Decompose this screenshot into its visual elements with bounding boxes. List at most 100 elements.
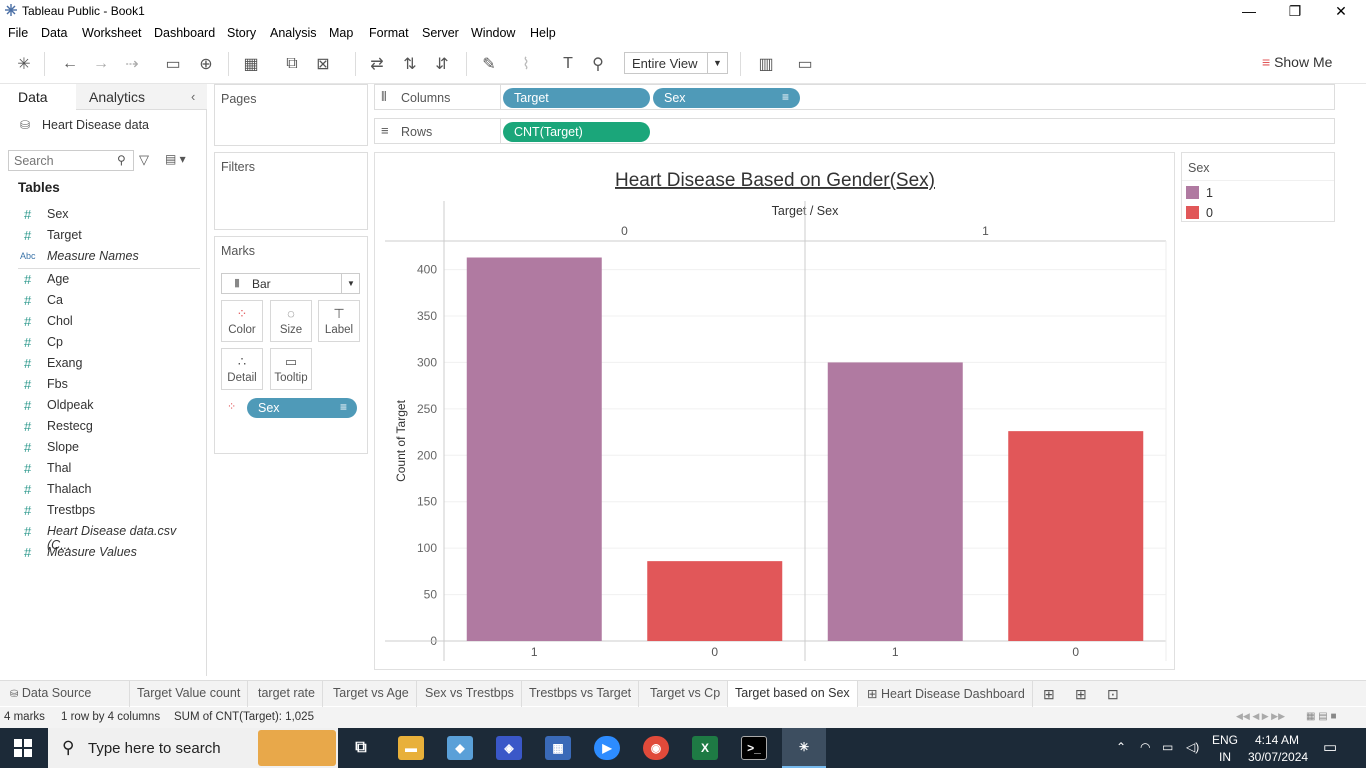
field-item[interactable]: # Slope (0, 437, 200, 458)
maximize-button[interactable]: ❐ (1272, 0, 1318, 22)
menu-format[interactable]: Format (369, 26, 409, 40)
fit-select[interactable]: Entire View ▼ (624, 52, 728, 74)
tab-sheet[interactable]: Sex vs Trestbps (418, 681, 522, 707)
menu-window[interactable]: Window (471, 26, 515, 40)
copilot-icon[interactable]: ◈ (496, 736, 522, 760)
clear-sheet-icon[interactable]: ⊠ (310, 52, 336, 76)
tab-sheet[interactable]: Target vs Age (326, 681, 417, 707)
notifications-icon[interactable]: ▭ (1323, 738, 1337, 756)
terminal-icon[interactable]: >_ (741, 736, 767, 760)
menu-worksheet[interactable]: Worksheet (82, 26, 142, 40)
show-cards-icon[interactable]: ▥ (753, 52, 779, 76)
close-button[interactable]: ✕ (1318, 0, 1364, 22)
swap-rows-columns-icon[interactable]: ⇄ (364, 52, 390, 76)
tab-sheet[interactable]: Target Value count (130, 681, 249, 707)
tab-sheet[interactable]: Target vs Cp (643, 681, 729, 707)
group-members-icon[interactable]: ⌇ (513, 52, 539, 76)
taskbar-search[interactable]: ⚲ Type here to search (48, 728, 338, 768)
highlight-icon[interactable]: ✎ (476, 52, 502, 76)
task-view-icon[interactable]: ⧉ (348, 736, 374, 760)
zoom-icon[interactable]: ▶ (594, 736, 620, 760)
field-item[interactable]: # Age (0, 269, 200, 290)
menu-story[interactable]: Story (227, 26, 256, 40)
new-worksheet-icon[interactable]: ▦ (238, 52, 264, 76)
collapse-pane-icon[interactable]: ‹ (191, 84, 195, 110)
show-mark-labels-icon[interactable]: T (555, 52, 581, 76)
color-button[interactable]: ⁘ Color (221, 300, 263, 342)
field-item[interactable]: # Thal (0, 458, 200, 479)
label-button[interactable]: ⊤ Label (318, 300, 360, 342)
app-icon[interactable]: ◆ (447, 736, 473, 760)
tray-chevron-icon[interactable]: ⌃ (1116, 740, 1126, 754)
new-worksheet-icon[interactable]: ⊞ (1036, 681, 1068, 707)
save-icon[interactable]: ▭ (160, 52, 186, 76)
sheet-view-icon[interactable]: ▦ ▤ ■ (1306, 711, 1337, 722)
filters-card[interactable]: Filters (214, 152, 368, 230)
tooltip-button[interactable]: ▭ Tooltip (270, 348, 312, 390)
menu-server[interactable]: Server (422, 26, 459, 40)
tab-data-source[interactable]: ⛁ Data Source (0, 681, 130, 707)
replay-icon[interactable]: ⇢ (119, 52, 145, 76)
datasource-name[interactable]: Heart Disease data (42, 118, 149, 132)
rows-cnt-target-pill[interactable]: CNT(Target) (503, 122, 650, 142)
menu-dashboard[interactable]: Dashboard (154, 26, 215, 40)
legend-item[interactable]: 0 (1182, 203, 1334, 223)
view-options-icon[interactable]: ▤ ▾ (165, 152, 186, 166)
tab-sheet[interactable]: Trestbps vs Target (522, 681, 640, 707)
sort-descending-icon[interactable]: ⇵ (429, 52, 455, 76)
detail-button[interactable]: ∴ Detail (221, 348, 263, 390)
presentation-mode-icon[interactable]: ▭ (792, 52, 818, 76)
sheet-nav-icon[interactable]: ◀◀ ◀ ▶ ▶▶ (1236, 711, 1285, 722)
undo-icon[interactable]: ← (57, 52, 83, 76)
menu-help[interactable]: Help (530, 26, 556, 40)
columns-sex-pill[interactable]: Sex ≡ (653, 88, 800, 108)
windows-start-icon[interactable] (14, 739, 32, 757)
calculator-icon[interactable]: ▦ (545, 736, 571, 760)
field-item[interactable]: # Fbs (0, 374, 200, 395)
menu-map[interactable]: Map (329, 26, 353, 40)
clock-date[interactable]: 30/07/2024 (1248, 750, 1308, 764)
tab-dashboard[interactable]: ⊞ Heart Disease Dashboard (860, 681, 1033, 707)
minimize-button[interactable]: — (1226, 0, 1272, 22)
field-item[interactable]: # Cp (0, 332, 200, 353)
filter-icon[interactable]: ▽ (139, 152, 149, 168)
field-search-input[interactable] (8, 150, 134, 171)
clock-time[interactable]: 4:14 AM (1255, 733, 1299, 747)
volume-icon[interactable]: ◁) (1186, 740, 1199, 754)
language-in[interactable]: IN (1219, 750, 1231, 764)
tab-sheet[interactable]: target rate (251, 681, 323, 707)
file-explorer-icon[interactable]: ▬ (398, 736, 424, 760)
chrome-icon[interactable]: ◉ (643, 736, 669, 760)
tab-sheet-active[interactable]: Target based on Sex (728, 681, 858, 707)
tab-analytics[interactable]: Analytics (89, 84, 145, 110)
pages-card[interactable]: Pages (214, 84, 368, 146)
field-item[interactable]: # Oldpeak (0, 395, 200, 416)
tableau-home-icon[interactable]: ✳ (11, 52, 37, 76)
menu-data[interactable]: Data (41, 26, 67, 40)
tableau-taskbar-icon[interactable]: ✳ (782, 728, 826, 768)
color-sex-pill[interactable]: Sex ≡ (247, 398, 357, 418)
battery-icon[interactable]: ▭ (1162, 740, 1173, 754)
field-item[interactable]: # Thalach (0, 479, 200, 500)
field-item[interactable]: # Sex (0, 204, 200, 225)
legend-item[interactable]: 1 (1182, 183, 1334, 203)
new-datasource-icon[interactable]: ⊕ (193, 52, 219, 76)
columns-target-pill[interactable]: Target (503, 88, 650, 108)
duplicate-sheet-icon[interactable]: ⧉ (279, 52, 305, 76)
field-item[interactable]: # Chol (0, 311, 200, 332)
redo-icon[interactable]: → (88, 52, 114, 76)
size-button[interactable]: ◌ Size (270, 300, 312, 342)
field-item[interactable]: # Restecg (0, 416, 200, 437)
field-item[interactable]: # Trestbps (0, 500, 200, 521)
field-item[interactable]: # Measure Values (0, 542, 200, 563)
network-icon[interactable]: ◠ (1140, 740, 1150, 754)
excel-icon[interactable]: X (692, 736, 718, 760)
language-eng[interactable]: ENG (1212, 733, 1238, 747)
tab-data[interactable]: Data (18, 84, 48, 110)
menu-file[interactable]: File (8, 26, 28, 40)
field-item[interactable]: # Target (0, 225, 200, 246)
field-item[interactable]: # Exang (0, 353, 200, 374)
menu-analysis[interactable]: Analysis (270, 26, 317, 40)
sort-ascending-icon[interactable]: ⇅ (397, 52, 423, 76)
field-item[interactable]: Abc Measure Names (0, 246, 200, 267)
